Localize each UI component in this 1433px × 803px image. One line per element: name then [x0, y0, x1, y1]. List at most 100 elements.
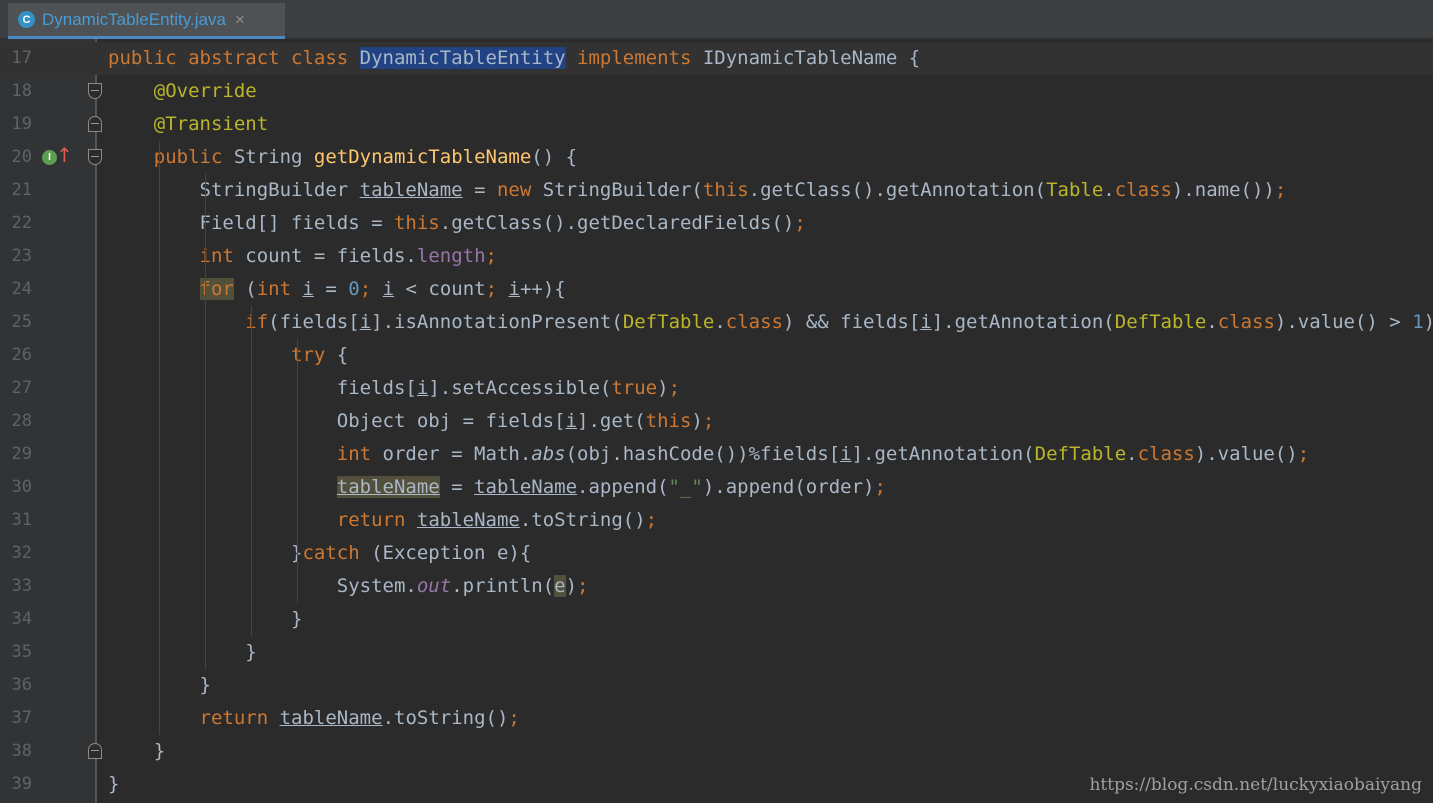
- code-text[interactable]: Object obj = fields[i].get(this);: [108, 405, 715, 438]
- code-line[interactable]: 17 public abstract class DynamicTableEnti…: [0, 42, 1433, 75]
- code-line[interactable]: 33 System.out.println(e);: [0, 570, 1433, 603]
- code-line[interactable]: 25 if(fields[i].isAnnotationPresent(DefT…: [0, 306, 1433, 339]
- line-number: 17: [11, 48, 32, 68]
- code-text[interactable]: System.out.println(e);: [108, 570, 589, 603]
- code-token: ;: [702, 410, 715, 432]
- line-number: 24: [11, 279, 32, 299]
- code-line[interactable]: 30 tableName = tableName.append("_").app…: [0, 471, 1433, 504]
- code-token: ).value(): [1194, 443, 1298, 465]
- fold-marker-icon[interactable]: [88, 83, 102, 99]
- code-token: .println(: [451, 575, 555, 597]
- code-editor[interactable]: 17 public abstract class DynamicTableEnti…: [0, 42, 1433, 801]
- code-text[interactable]: }: [108, 735, 165, 768]
- code-line[interactable]: 35 }: [0, 636, 1433, 669]
- code-token: i: [565, 410, 578, 432]
- code-token: DefTable: [1114, 311, 1207, 333]
- code-line[interactable]: 36 }: [0, 669, 1433, 702]
- code-line[interactable]: 37 return tableName.toString();: [0, 702, 1433, 735]
- code-token: =: [439, 476, 475, 498]
- code-line[interactable]: 34 }: [0, 603, 1433, 636]
- code-token: ;: [577, 575, 589, 597]
- code-token: public abstract class: [108, 47, 360, 69]
- code-token: .: [1206, 311, 1218, 333]
- code-text[interactable]: int order = Math.abs(obj.hashCode())%fie…: [108, 438, 1309, 471]
- code-text[interactable]: }: [108, 768, 119, 801]
- code-text[interactable]: return tableName.toString();: [108, 504, 657, 537]
- code-line[interactable]: 21 StringBuilder tableName = new StringB…: [0, 174, 1433, 207]
- code-token: (Exception e){: [359, 542, 532, 564]
- code-token: i: [840, 443, 852, 465]
- close-tab-icon[interactable]: ×: [235, 10, 245, 30]
- code-line[interactable]: 26 try {: [0, 339, 1433, 372]
- code-token: class: [1217, 311, 1275, 333]
- line-number: 31: [11, 510, 32, 530]
- code-token: ].getAnnotation(: [851, 443, 1035, 465]
- code-text[interactable]: @Override: [108, 75, 257, 108]
- code-token: ].getAnnotation(: [931, 311, 1115, 333]
- code-line[interactable]: 28 Object obj = fields[i].get(this);: [0, 405, 1433, 438]
- code-token: .getClass().getDeclaredFields(): [439, 212, 795, 234]
- tab-dynamictableentity[interactable]: C DynamicTableEntity.java ×: [8, 3, 285, 39]
- code-token: length: [416, 245, 486, 267]
- java-class-icon: C: [18, 11, 35, 28]
- code-token: @Override: [153, 80, 257, 102]
- code-line[interactable]: 27 fields[i].setAccessible(true);: [0, 372, 1433, 405]
- line-number: 19: [11, 114, 32, 134]
- code-token: String: [222, 146, 314, 168]
- implements-interface-icon[interactable]: I: [42, 150, 57, 165]
- code-token: () {: [531, 146, 578, 168]
- code-token: new: [496, 179, 532, 201]
- code-token: DefTable: [622, 311, 715, 333]
- fold-marker-icon[interactable]: [88, 116, 102, 132]
- code-text[interactable]: for (int i = 0; i < count; i++){: [108, 273, 566, 306]
- code-token: ).name()): [1171, 179, 1275, 201]
- code-line[interactable]: 23 int count = fields.length;: [0, 240, 1433, 273]
- fold-marker-icon[interactable]: [88, 743, 102, 759]
- code-text[interactable]: }catch (Exception e){: [108, 537, 531, 570]
- code-line[interactable]: 31 return tableName.toString();: [0, 504, 1433, 537]
- code-token: ;: [485, 245, 497, 267]
- code-token: ].isAnnotationPresent(: [371, 311, 623, 333]
- code-text[interactable]: public abstract class DynamicTableEntity…: [108, 42, 920, 75]
- code-token: i: [302, 278, 314, 300]
- code-text[interactable]: @Transient: [108, 108, 268, 141]
- code-token: (fields[: [268, 311, 360, 333]
- tab-filename: DynamicTableEntity.java: [42, 9, 226, 29]
- code-line[interactable]: 24 for (int i = 0; i < count; i++){: [0, 273, 1433, 306]
- code-token: abs: [531, 443, 566, 465]
- code-line[interactable]: 22 Field[] fields = this.getClass().getD…: [0, 207, 1433, 240]
- code-text[interactable]: StringBuilder tableName = new StringBuil…: [108, 174, 1287, 207]
- code-token: tableName: [279, 707, 383, 729]
- code-text[interactable]: fields[i].setAccessible(true);: [108, 372, 680, 405]
- code-text[interactable]: tableName = tableName.append("_").append…: [108, 471, 886, 504]
- code-token: (: [233, 278, 257, 300]
- line-number: 20: [11, 147, 32, 167]
- code-text[interactable]: return tableName.toString();: [108, 702, 520, 735]
- code-line[interactable]: 18 @Override: [0, 75, 1433, 108]
- code-line[interactable]: 32 }catch (Exception e){: [0, 537, 1433, 570]
- code-token: true: [611, 377, 658, 399]
- indent-guide: [296, 339, 298, 603]
- code-text[interactable]: if(fields[i].isAnnotationPresent(DefTabl…: [108, 306, 1433, 339]
- code-line[interactable]: 38 }: [0, 735, 1433, 768]
- code-line[interactable]: 20 I ↑ public String getDynamicTableName()…: [0, 141, 1433, 174]
- line-number: 38: [11, 741, 32, 761]
- fold-marker-icon[interactable]: [88, 149, 102, 165]
- code-text[interactable]: int count = fields.length;: [108, 240, 497, 273]
- code-text[interactable]: public String getDynamicTableName() {: [108, 141, 577, 174]
- code-token: tableName: [336, 476, 440, 498]
- code-text[interactable]: try {: [108, 339, 348, 372]
- code-line[interactable]: 29 int order = Math.abs(obj.hashCode())%…: [0, 438, 1433, 471]
- go-to-super-method-icon[interactable]: ↑: [56, 145, 73, 165]
- code-text[interactable]: Field[] fields = this.getClass().getDecl…: [108, 207, 806, 240]
- code-line[interactable]: 19 @Transient: [0, 108, 1433, 141]
- code-token: }: [108, 740, 166, 762]
- code-token: ;: [485, 278, 509, 300]
- line-number: 33: [11, 576, 32, 596]
- code-text[interactable]: }: [108, 636, 256, 669]
- code-token: this: [702, 179, 749, 201]
